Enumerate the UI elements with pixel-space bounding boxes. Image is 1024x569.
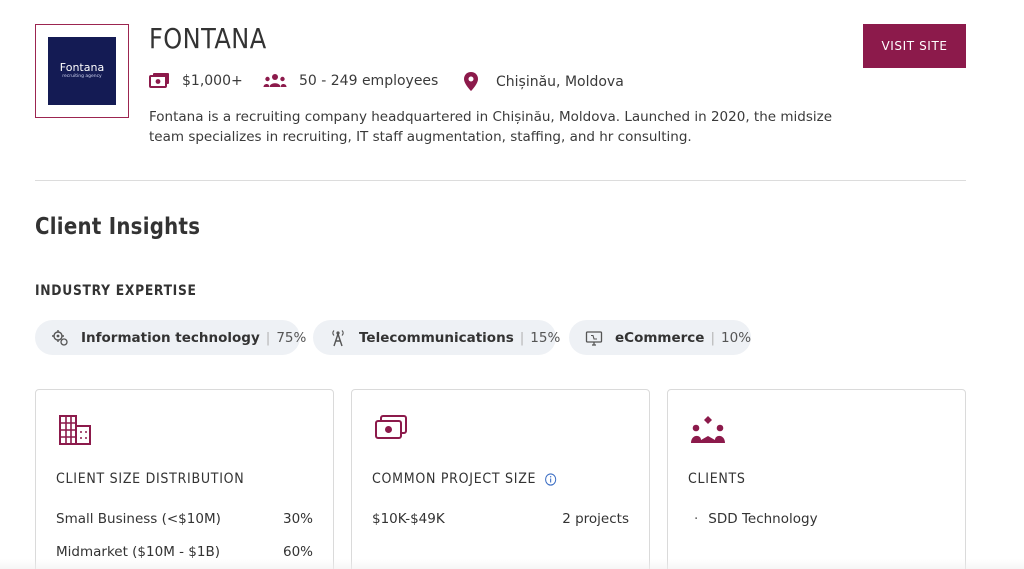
industry-chip-telecommunications[interactable]: Telecommunications | 15%: [313, 320, 560, 355]
clients-card: CLIENTS · SDD Technology: [667, 389, 966, 569]
monitor-icon: [585, 329, 603, 347]
client-size-row: Small Business (<$10M) 30%: [56, 511, 313, 527]
project-size-title-text: COMMON PROJECT SIZE: [372, 471, 537, 487]
client-size-value: 30%: [282, 511, 313, 527]
project-size-card: COMMON PROJECT SIZE $10K-$49K 2 projects: [351, 389, 650, 569]
antenna-icon: [329, 329, 347, 347]
money-icon: [149, 73, 169, 88]
client-size-value: 60%: [282, 544, 313, 560]
logo-tagline: recruiting agency: [62, 74, 102, 79]
industry-chip-information-technology[interactable]: Information technology | 75%: [35, 320, 306, 355]
chip-separator: |: [710, 329, 716, 346]
client-size-label: Small Business (<$10M): [56, 511, 221, 527]
company-logo: Fontana recruiting agency: [48, 37, 116, 105]
min-project-size: $1,000+: [149, 72, 243, 90]
project-size-title: COMMON PROJECT SIZE: [372, 471, 556, 487]
client-size-card: CLIENT SIZE DISTRIBUTION Small Business …: [35, 389, 334, 569]
project-size-row: $10K-$49K 2 projects: [372, 511, 629, 527]
client-size-row: Midmarket ($10M - $1B) 60%: [56, 544, 313, 560]
chip-separator: |: [519, 329, 525, 346]
client-size-title: CLIENT SIZE DISTRIBUTION: [56, 471, 245, 487]
client-size-label: Midmarket ($10M - $1B): [56, 544, 221, 560]
building-icon: [58, 414, 92, 450]
logo-name: Fontana: [59, 61, 105, 74]
company-description: Fontana is a recruiting company headquar…: [149, 109, 833, 145]
industry-label: Telecommunications: [359, 329, 514, 346]
project-size-range: $10K-$49K: [372, 511, 445, 527]
project-size-count: 2 projects: [562, 511, 629, 527]
company-logo-frame: Fontana recruiting agency: [35, 24, 129, 118]
clients-title: CLIENTS: [688, 471, 746, 487]
company-location-value: Chișinău, Moldova: [496, 73, 624, 90]
industry-expertise-title: INDUSTRY EXPERTISE: [35, 283, 197, 299]
bottom-fade: [0, 559, 1024, 569]
industry-label: eCommerce: [615, 329, 705, 346]
bullet: ·: [694, 511, 699, 527]
client-name: SDD Technology: [708, 511, 818, 527]
location-pin-icon: [464, 72, 478, 91]
industry-percent: 15%: [530, 329, 561, 346]
section-divider: [35, 180, 966, 181]
people-handshake-icon: [690, 414, 726, 450]
people-icon: [263, 74, 287, 87]
gears-icon: [51, 329, 69, 347]
client-insights-title: Client Insights: [35, 214, 201, 240]
client-list-item: · SDD Technology: [694, 511, 818, 527]
min-project-size-value: $1,000+: [182, 73, 243, 89]
visit-site-button[interactable]: VISIT SITE: [863, 24, 966, 68]
employee-count-value: 50 - 249 employees: [299, 73, 439, 89]
company-name: FONTANA: [149, 22, 267, 55]
industry-percent: 75%: [276, 329, 307, 346]
company-location: Chișinău, Moldova: [464, 72, 624, 91]
industry-chip-ecommerce[interactable]: eCommerce | 10%: [569, 320, 751, 355]
money-icon: [374, 414, 408, 446]
industry-percent: 10%: [721, 329, 752, 346]
chip-separator: |: [265, 329, 271, 346]
info-icon[interactable]: [544, 472, 556, 486]
employee-count: 50 - 249 employees: [263, 72, 438, 90]
industry-label: Information technology: [81, 329, 260, 346]
